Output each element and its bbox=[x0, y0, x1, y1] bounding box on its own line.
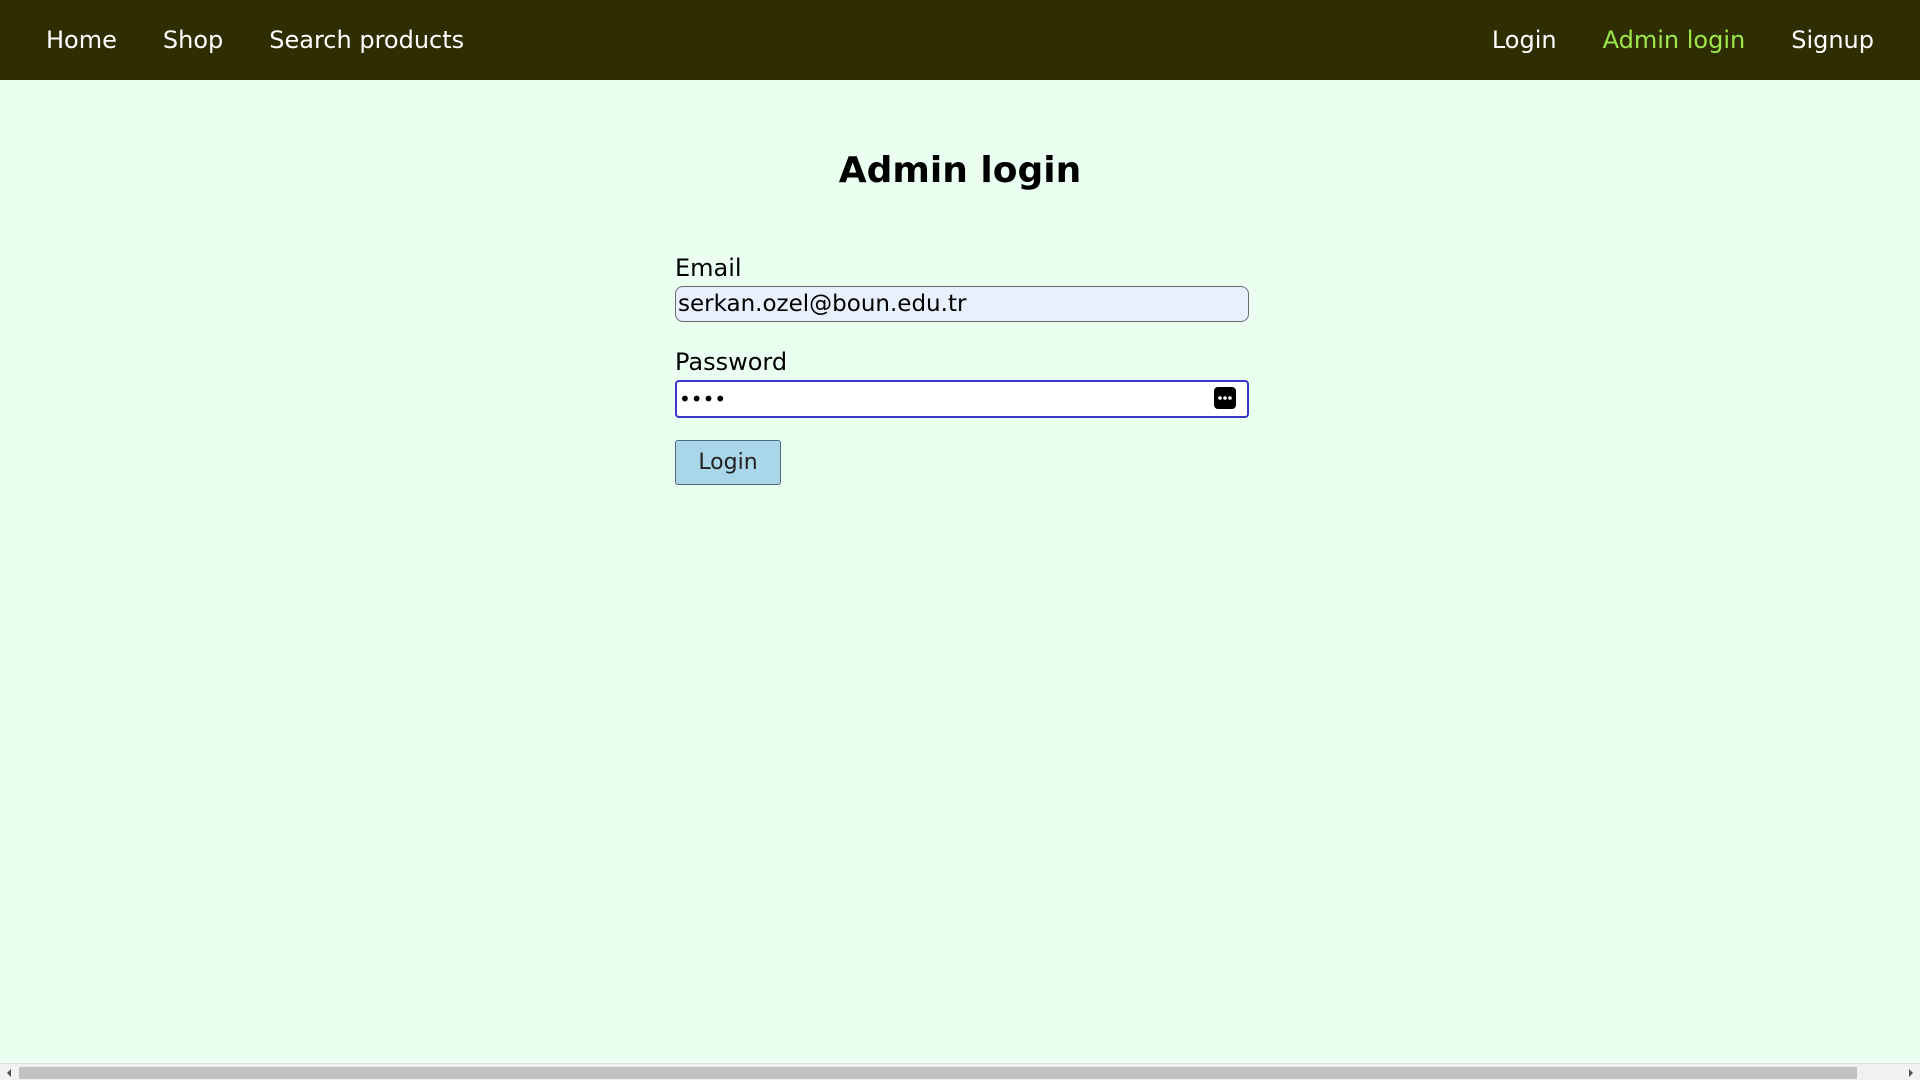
horizontal-scrollbar[interactable] bbox=[0, 1063, 1920, 1080]
top-navbar: Home Shop Search products Login Admin lo… bbox=[0, 0, 1920, 80]
nav-link-shop[interactable]: Shop bbox=[140, 26, 246, 54]
nav-left-group: Home Shop Search products bbox=[23, 26, 487, 54]
nav-link-home[interactable]: Home bbox=[23, 26, 140, 54]
password-field[interactable] bbox=[675, 380, 1249, 418]
password-manager-icon[interactable] bbox=[1214, 387, 1236, 409]
password-label: Password bbox=[675, 348, 788, 376]
email-field[interactable] bbox=[675, 286, 1249, 322]
nav-link-login[interactable]: Login bbox=[1469, 26, 1580, 54]
scroll-right-arrow-icon[interactable] bbox=[1905, 1067, 1917, 1079]
scrollbar-thumb[interactable] bbox=[19, 1067, 1857, 1079]
password-field-wrapper bbox=[675, 380, 1249, 418]
page-title: Admin login bbox=[838, 150, 1082, 191]
admin-login-form: Email Password Login bbox=[675, 252, 1249, 485]
nav-link-admin-login[interactable]: Admin login bbox=[1580, 26, 1769, 54]
nav-link-signup[interactable]: Signup bbox=[1768, 26, 1897, 54]
nav-link-search-products[interactable]: Search products bbox=[246, 26, 487, 54]
nav-right-group: Login Admin login Signup bbox=[1469, 26, 1897, 54]
scroll-left-arrow-icon[interactable] bbox=[3, 1067, 15, 1079]
login-submit-button[interactable]: Login bbox=[675, 440, 781, 485]
email-label: Email bbox=[675, 254, 742, 282]
